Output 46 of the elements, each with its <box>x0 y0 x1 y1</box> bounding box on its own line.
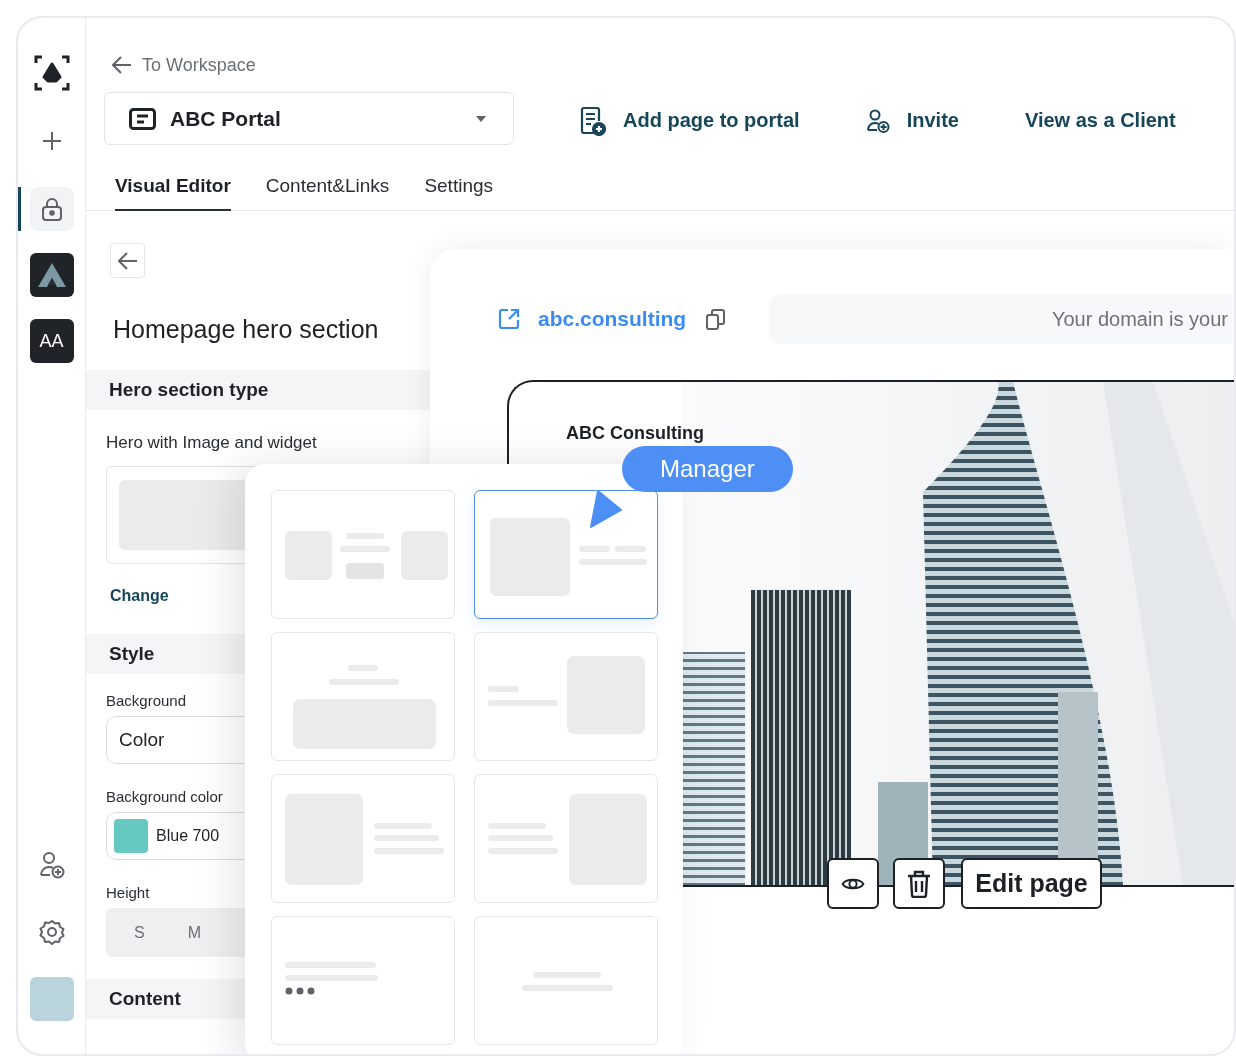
invite-link[interactable]: Invite <box>906 109 959 132</box>
change-link[interactable]: Change <box>110 586 169 606</box>
lock-button[interactable] <box>29 187 74 231</box>
trash-icon <box>907 869 931 898</box>
back-arrow-icon <box>112 56 132 74</box>
brand-name: ABC Consulting <box>566 422 704 445</box>
cursor-icon <box>588 490 622 528</box>
back-arrow-icon <box>117 251 138 270</box>
logo-icon <box>36 262 67 288</box>
document-icon <box>129 107 156 130</box>
plus-icon <box>41 131 62 151</box>
add-user-icon <box>865 108 890 133</box>
workspace-button[interactable]: AA <box>29 319 74 363</box>
lock-icon <box>40 197 63 221</box>
add-page-link[interactable]: Add page to portal <box>623 109 800 132</box>
copy-icon[interactable] <box>706 308 726 330</box>
height-option[interactable]: M <box>179 917 209 948</box>
workspace-button[interactable] <box>29 253 74 297</box>
portal-select[interactable]: ABC Portal <box>104 92 514 145</box>
tab[interactable]: Content&Links <box>265 175 390 211</box>
tab[interactable]: Settings <box>424 175 494 211</box>
hero-type-label: Hero with Image and widget <box>106 432 318 454</box>
back-link[interactable]: To Workspace <box>142 55 256 75</box>
external-link-icon <box>498 308 520 330</box>
logo-icon[interactable] <box>33 55 70 91</box>
delete-button[interactable] <box>893 858 945 909</box>
field-label: Background <box>106 692 188 710</box>
role-badge: Manager <box>622 446 793 492</box>
add-user-icon[interactable] <box>38 851 65 879</box>
section-heading: Hero section type <box>86 370 430 410</box>
domain-field[interactable]: Your domain is your <box>769 294 1234 344</box>
height-option[interactable]: S <box>126 917 153 948</box>
color-swatch[interactable] <box>114 819 148 853</box>
page-add-icon <box>580 105 606 136</box>
preview-button[interactable] <box>827 858 879 909</box>
tab[interactable]: Visual Editor <box>115 175 231 211</box>
back-button[interactable] <box>110 243 145 278</box>
color-name: Blue 700 <box>156 827 220 845</box>
settings-icon[interactable] <box>38 919 65 945</box>
view-as-client-link[interactable]: View as a Client <box>1024 109 1176 132</box>
field-label: Height <box>106 884 151 902</box>
panel-title: Homepage hero section <box>113 314 380 344</box>
edit-page-button[interactable]: Edit page <box>961 858 1102 909</box>
caret-icon <box>475 114 487 123</box>
layout-option[interactable] <box>474 490 658 619</box>
field-label: Background color <box>106 788 224 806</box>
